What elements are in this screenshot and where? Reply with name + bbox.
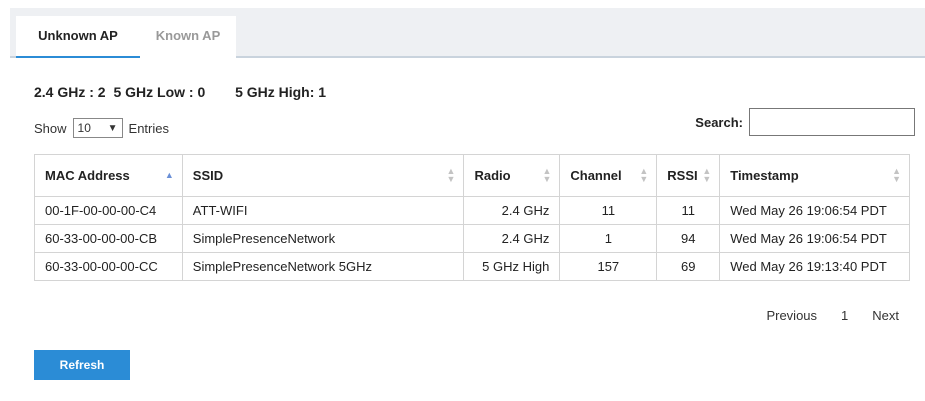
search-label: Search: <box>695 114 743 130</box>
refresh-button[interactable]: Refresh <box>34 350 130 380</box>
sort-icon: ▲ ▼ <box>446 166 456 184</box>
column-radio[interactable]: Radio ▲ ▼ <box>463 154 561 197</box>
search-input[interactable] <box>749 108 915 136</box>
sort-ascending-icon: ▲ <box>164 170 174 180</box>
cell-rssi: 11 <box>656 196 721 225</box>
cell-timestamp: Wed May 26 19:06:54 PDT <box>719 196 910 225</box>
cell-mac: 60-33-00-00-00-CB <box>34 224 183 253</box>
tab-unknown-ap[interactable]: Unknown AP <box>16 16 140 58</box>
table-row: 60-33-00-00-00-CC SimplePresenceNetwork … <box>34 252 910 281</box>
sort-icon: ▲ ▼ <box>542 166 552 184</box>
entries-label: Entries <box>128 120 169 136</box>
cell-radio: 2.4 GHz <box>463 196 561 225</box>
radio-counts: 2.4 GHz : 2 5 GHz Low : 0 5 GHz High: 1 <box>34 84 330 100</box>
table-row: 00-1F-00-00-00-C4 ATT-WIFI 2.4 GHz 11 11… <box>34 196 910 225</box>
entries-select[interactable]: 10 ▼ <box>72 118 123 138</box>
pagination: Previous 1 Next <box>742 308 899 323</box>
cell-ssid: SimplePresenceNetwork 5GHz <box>181 252 465 281</box>
chevron-down-icon: ▼ <box>107 122 118 134</box>
column-mac-address[interactable]: MAC Address ▲ <box>34 154 183 197</box>
show-label: Show <box>34 120 67 136</box>
cell-mac: 60-33-00-00-00-CC <box>34 252 183 281</box>
tab-known-ap[interactable]: Known AP <box>140 16 236 58</box>
sort-icon: ▲ ▼ <box>702 166 712 184</box>
table-row: 60-33-00-00-00-CB SimplePresenceNetwork … <box>34 224 910 253</box>
table-header-row: MAC Address ▲ SSID ▲ ▼ Radio ▲ ▼ Channel ▲… <box>34 154 910 197</box>
cell-ssid: SimplePresenceNetwork <box>181 224 465 253</box>
entries-select-value: 10 <box>77 121 91 135</box>
tab-bar: Unknown AP Known AP <box>10 8 925 58</box>
previous-page-button[interactable]: Previous <box>766 308 817 323</box>
column-rssi[interactable]: RSSI ▲ ▼ <box>656 154 721 197</box>
cell-timestamp: Wed May 26 19:06:54 PDT <box>719 224 910 253</box>
column-ssid[interactable]: SSID ▲ ▼ <box>181 154 465 197</box>
cell-timestamp: Wed May 26 19:13:40 PDT <box>719 252 910 281</box>
cell-radio: 2.4 GHz <box>463 224 561 253</box>
column-timestamp[interactable]: Timestamp ▲ ▼ <box>719 154 910 197</box>
cell-rssi: 69 <box>656 252 721 281</box>
current-page-button[interactable]: 1 <box>841 308 848 323</box>
cell-ssid: ATT-WIFI <box>181 196 465 225</box>
entries-length-control: Show 10 ▼ Entries <box>34 118 169 138</box>
cell-rssi: 94 <box>656 224 721 253</box>
cell-radio: 5 GHz High <box>463 252 561 281</box>
cell-channel: 11 <box>559 196 658 225</box>
column-channel[interactable]: Channel ▲ ▼ <box>559 154 658 197</box>
access-point-panel: Unknown AP Known AP 2.4 GHz : 2 5 GHz Lo… <box>10 8 925 401</box>
cell-channel: 157 <box>559 252 658 281</box>
cell-channel: 1 <box>559 224 658 253</box>
next-page-button[interactable]: Next <box>872 308 899 323</box>
sort-icon: ▲ ▼ <box>639 166 649 184</box>
ap-table: MAC Address ▲ SSID ▲ ▼ Radio ▲ ▼ Channel ▲… <box>34 154 910 281</box>
count-5ghz-high: 5 GHz High: 1 <box>235 84 327 100</box>
sort-icon: ▲ ▼ <box>892 166 901 184</box>
count-5ghz-low: 5 GHz Low : 0 <box>113 84 206 100</box>
search-control: Search: <box>695 108 915 136</box>
count-2-4ghz: 2.4 GHz : 2 <box>34 84 106 100</box>
cell-mac: 00-1F-00-00-00-C4 <box>34 196 183 225</box>
